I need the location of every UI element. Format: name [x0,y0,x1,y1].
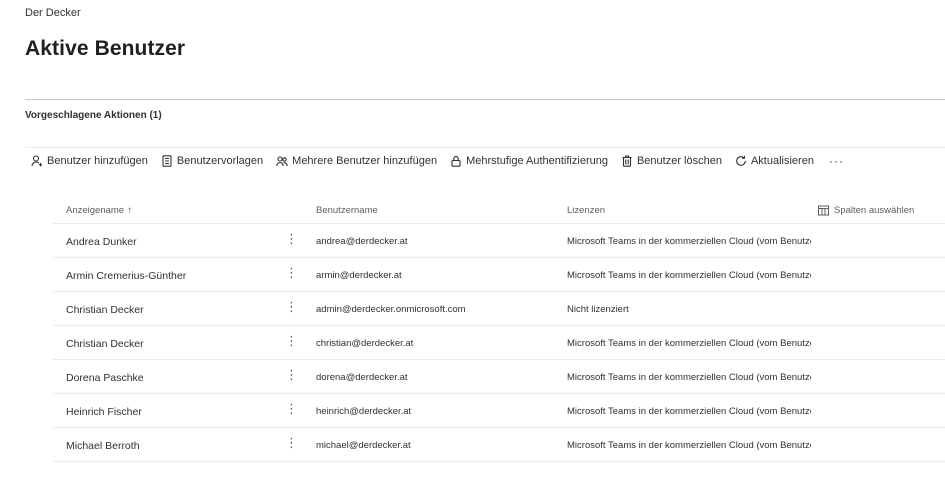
user-display-name[interactable]: Dorena Paschke [66,372,144,384]
user-templates-label: Benutzervorlagen [176,155,264,167]
table-header: Anzeigename ↑ Benutzername Lizenzen Spalt… [53,197,945,224]
mfa-button[interactable]: Mehrstufige Authentifizierung [450,155,608,167]
section-divider [25,99,945,100]
user-username: michael@derdecker.at [316,440,411,451]
template-icon [162,155,172,167]
user-username: admin@derdecker.onmicrosoft.com [316,304,466,315]
user-license: Microsoft Teams in der kommerziellen Clo… [567,406,811,417]
mfa-label: Mehrstufige Authentifizierung [466,155,608,167]
user-license: Nicht lizenziert [567,304,629,315]
columns-icon [818,205,829,216]
table-row[interactable]: Christian Decker ⋮ admin@derdecker.onmic… [53,292,945,326]
add-user-button[interactable]: Benutzer hinzufügen [31,155,148,167]
user-display-name[interactable]: Christian Decker [66,338,144,350]
trash-icon [622,155,632,167]
display-name-header-label: Anzeigename [66,205,125,216]
row-more-options-icon[interactable]: ⋮ [285,436,298,449]
suggested-actions-toggle[interactable]: Vorgeschlagene Aktionen (1) [25,110,162,121]
user-username: christian@derdecker.at [316,338,414,349]
user-license: Microsoft Teams in der kommerziellen Clo… [567,440,811,451]
add-user-label: Benutzer hinzufügen [47,155,148,167]
table-row[interactable]: Andrea Dunker ⋮ andrea@derdecker.at Micr… [53,224,945,258]
add-multiple-users-label: Mehrere Benutzer hinzufügen [292,155,438,167]
table-row[interactable]: Dorena Paschke ⋮ dorena@derdecker.at Mic… [53,360,945,394]
refresh-button[interactable]: Aktualisieren [735,155,814,167]
add-multiple-users-button[interactable]: Mehrere Benutzer hinzufügen [276,155,437,167]
user-license: Microsoft Teams in der kommerziellen Clo… [567,338,811,349]
row-more-options-icon[interactable]: ⋮ [285,334,298,347]
column-header-username[interactable]: Benutzername [316,205,378,216]
column-header-licenses[interactable]: Lizenzen [567,205,605,216]
org-name: Der Decker [25,7,81,19]
column-header-display-name[interactable]: Anzeigename ↑ [66,205,132,216]
user-display-name[interactable]: Heinrich Fischer [66,406,142,418]
command-bar: Benutzer hinzufügen Benutzervorlagen Meh… [25,147,945,174]
table-row[interactable]: Michael Berroth ⋮ michael@derdecker.at M… [53,428,945,462]
choose-columns-label: Spalten auswählen [834,205,915,216]
people-icon [276,156,288,167]
user-templates-button[interactable]: Benutzervorlagen [161,155,263,167]
table-row[interactable]: Heinrich Fischer ⋮ heinrich@derdecker.at… [53,394,945,428]
user-display-name[interactable]: Christian Decker [66,304,144,316]
add-person-icon [31,155,43,167]
refresh-label: Aktualisieren [750,155,814,167]
user-display-name[interactable]: Armin Cremerius-Günther [66,270,186,282]
table-row[interactable]: Armin Cremerius-Günther ⋮ armin@derdecke… [53,258,945,292]
user-license: Microsoft Teams in der kommerziellen Clo… [567,372,811,383]
choose-columns-button[interactable]: Spalten auswählen [818,205,914,216]
user-username: andrea@derdecker.at [316,236,408,247]
row-more-options-icon[interactable]: ⋮ [285,402,298,415]
row-more-options-icon[interactable]: ⋮ [285,368,298,381]
refresh-icon [736,155,746,166]
delete-user-label: Benutzer löschen [636,155,722,167]
user-display-name[interactable]: Michael Berroth [66,440,140,452]
user-display-name[interactable]: Andrea Dunker [66,236,137,248]
sort-ascending-icon: ↑ [127,205,133,216]
delete-user-button[interactable]: Benutzer löschen [621,155,722,167]
user-username: dorena@derdecker.at [316,372,408,383]
user-username: armin@derdecker.at [316,270,402,281]
user-license: Microsoft Teams in der kommerziellen Clo… [567,270,811,281]
lock-icon [451,155,461,167]
row-more-options-icon[interactable]: ⋮ [285,300,298,313]
user-license: Microsoft Teams in der kommerziellen Clo… [567,236,811,247]
more-actions-button[interactable]: ··· [829,154,844,168]
page-title: Aktive Benutzer [25,37,186,60]
row-more-options-icon[interactable]: ⋮ [285,266,298,279]
users-table: Anzeigename ↑ Benutzername Lizenzen Spalt… [53,197,945,462]
table-row[interactable]: Christian Decker ⋮ christian@derdecker.a… [53,326,945,360]
user-username: heinrich@derdecker.at [316,406,412,417]
row-more-options-icon[interactable]: ⋮ [285,232,298,245]
